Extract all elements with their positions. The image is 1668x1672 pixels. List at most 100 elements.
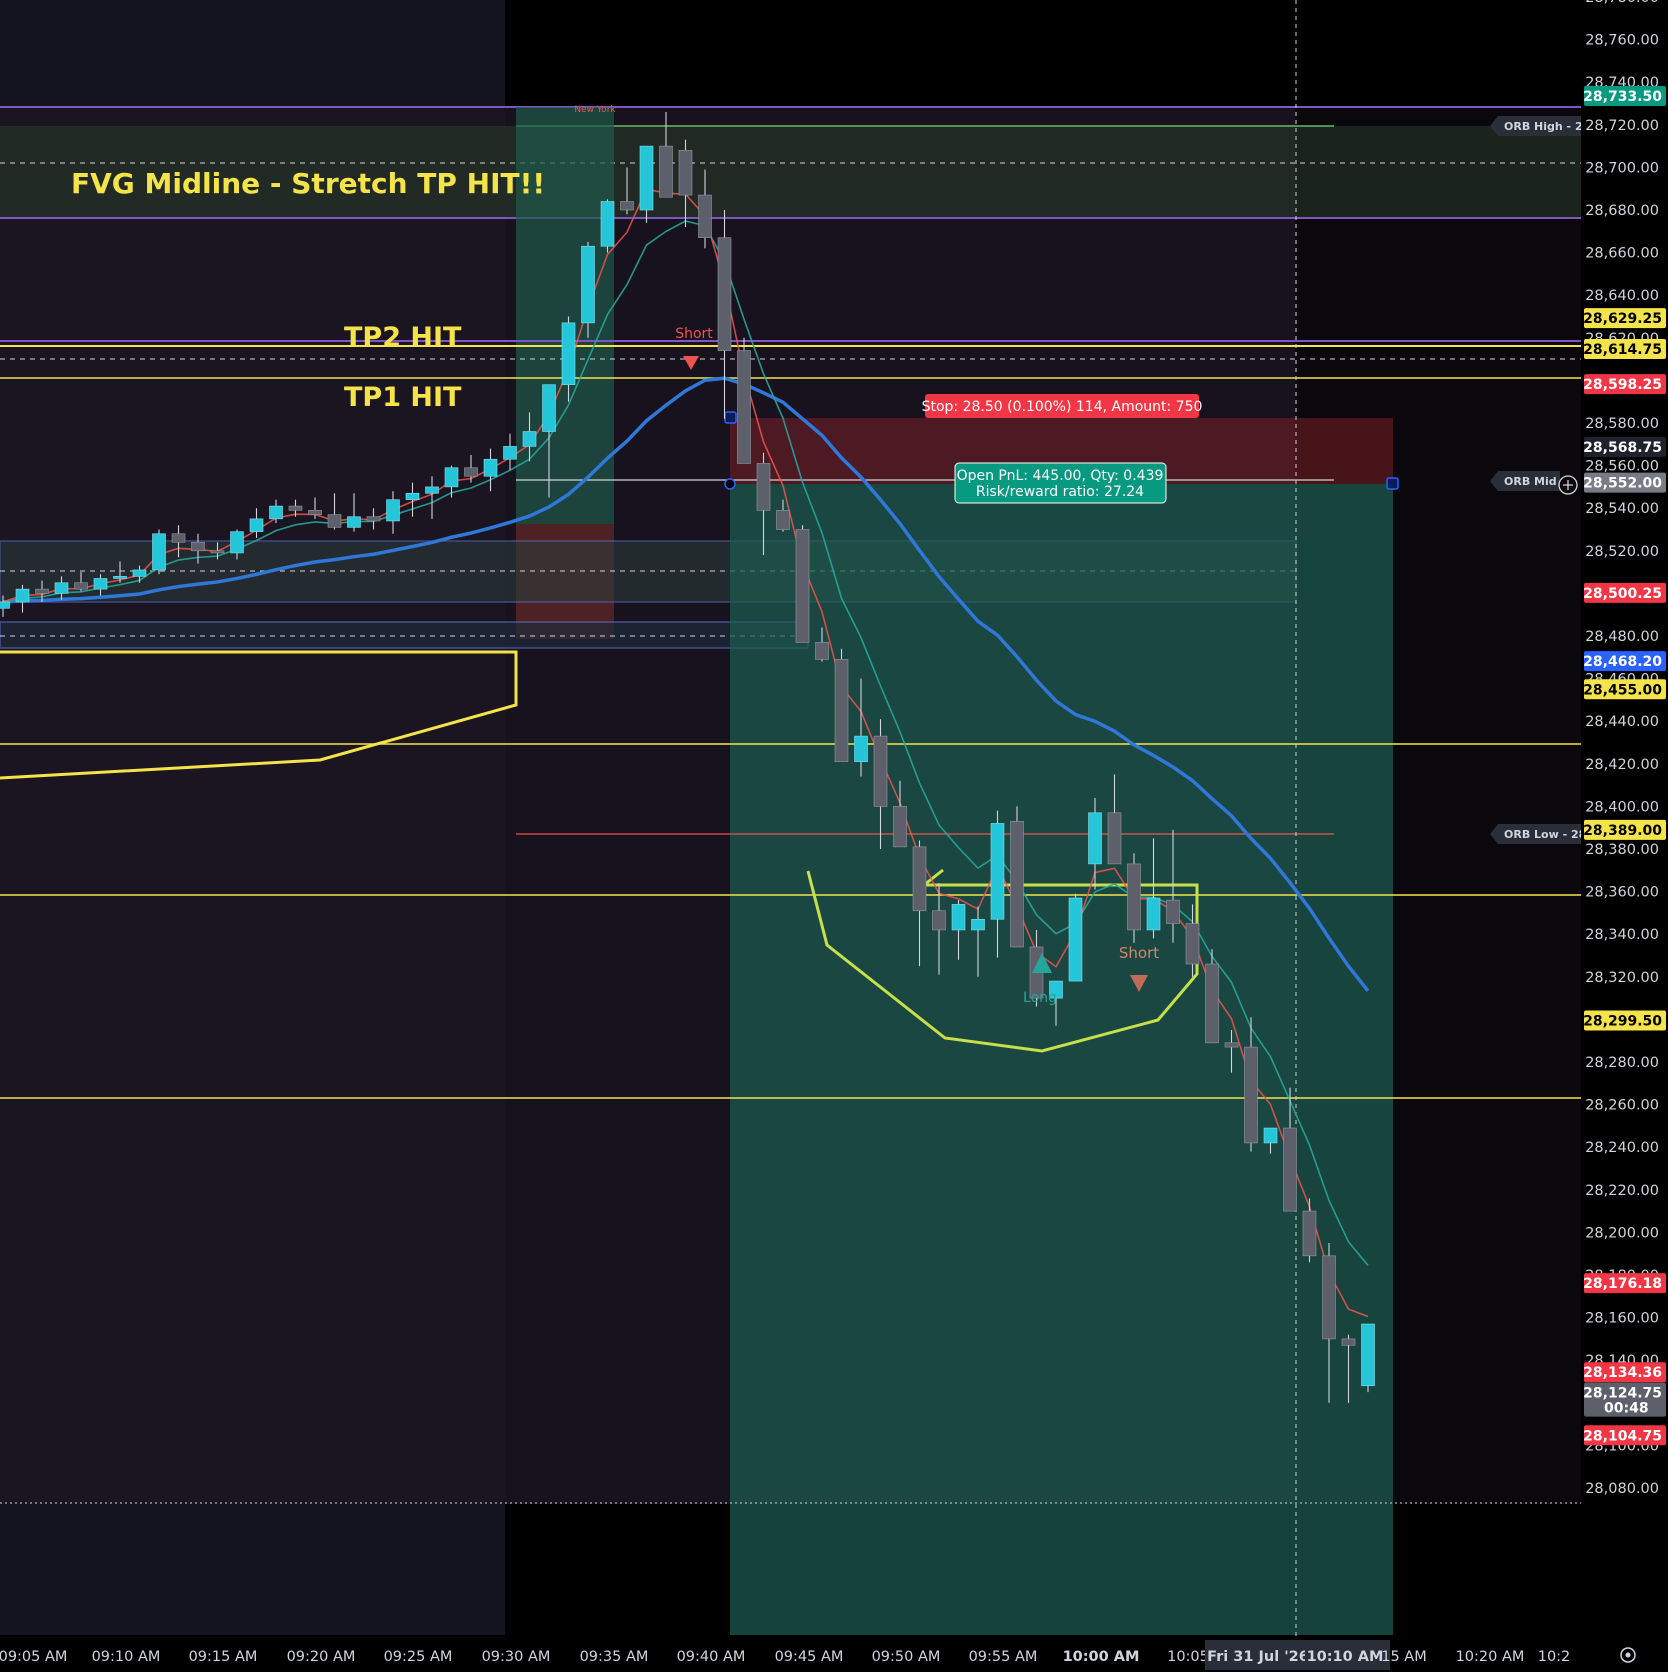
candle-body [912, 846, 927, 912]
candle-body [191, 541, 205, 552]
price-tick-label: 28,540.00 [1585, 501, 1659, 517]
candle-body [678, 150, 693, 196]
time-tick-label: 09:55 AM [969, 1649, 1038, 1665]
candle [737, 337, 751, 464]
price-tick-label: 28,280.00 [1585, 1055, 1659, 1071]
candle [1010, 806, 1024, 948]
price-tick-label: 28,720.00 [1585, 118, 1659, 134]
price-tag: 28,629.25 [1583, 308, 1666, 329]
price-tick-label: 28,780.00 [1585, 0, 1659, 6]
candle-body [405, 492, 420, 500]
time-tick-label: 10:2 [1538, 1649, 1571, 1665]
price-tag: 28,468.20 [1583, 651, 1666, 672]
candle-body [737, 350, 751, 464]
price-tick-label: 28,380.00 [1585, 842, 1659, 858]
annotation-fvg-midline: FVG Midline - Stretch TP HIT!! [71, 167, 545, 200]
candle-body [1322, 1255, 1336, 1340]
candle-body [971, 918, 985, 931]
price-tick-label: 28,160.00 [1585, 1311, 1659, 1327]
candle-body [1302, 1210, 1317, 1257]
orb-low-label: ORB Low - 284 [1504, 828, 1594, 841]
price-tag: 28,568.75 [1583, 436, 1666, 457]
price-tag: 28,500.25 [1583, 582, 1666, 603]
time-tick-label: 10:20 AM [1456, 1649, 1525, 1665]
candle-body [503, 446, 517, 460]
candle-body [1107, 812, 1122, 865]
candle [1361, 1323, 1375, 1393]
price-tick-label: 28,520.00 [1585, 544, 1659, 560]
session-label: New York [574, 105, 616, 115]
countdown-label: 00:48 [1604, 1401, 1649, 1417]
time-tick-label: 09:05 AM [0, 1649, 67, 1665]
price-tick-label: 28,080.00 [1585, 1481, 1659, 1497]
price-tag-label: 28,500.25 [1583, 586, 1662, 602]
price-axis[interactable]: 28,780.0028,760.0028,740.0028,720.0028,7… [1581, 0, 1668, 1672]
candle [795, 525, 810, 643]
price-tick-label: 28,640.00 [1585, 288, 1659, 304]
candle-body [1185, 923, 1200, 965]
signal-long-label: Long [1023, 990, 1057, 1006]
candle-body [366, 516, 381, 522]
time-axis[interactable]: 09:05 AM 09:10 AM 09:15 AM 09:20 AM 09:25 AM… [0, 1636, 1668, 1672]
price-tag: 28,614.75 [1583, 338, 1666, 359]
candle-body [308, 510, 322, 515]
price-tag-label: 28,552.00 [1583, 476, 1662, 492]
candle-body [249, 518, 264, 532]
price-tag-label: 28,733.50 [1583, 89, 1662, 105]
candle-body [210, 550, 225, 554]
candle-body [1146, 897, 1161, 931]
candle-body [542, 384, 556, 432]
price-tick-label: 28,440.00 [1585, 714, 1659, 730]
candle-body [776, 510, 790, 530]
price-tag-label: 28,468.20 [1583, 654, 1662, 670]
candle-body [132, 569, 147, 577]
candle-body [1244, 1046, 1258, 1144]
price-tick-label: 28,320.00 [1585, 970, 1659, 986]
time-tick-label: 10:10 AM [1307, 1649, 1384, 1665]
candle-body [1341, 1338, 1356, 1346]
candle-body [815, 642, 829, 660]
time-tick-label: 09:15 AM [189, 1649, 258, 1665]
candle [600, 199, 615, 253]
time-tick-label: 10:05 [1167, 1649, 1209, 1665]
price-tag-label: 28,134.36 [1583, 1365, 1662, 1381]
candle-body [756, 463, 771, 511]
price-tag: 28,598.25 [1583, 374, 1666, 395]
candle-body [951, 904, 966, 931]
candle-body [54, 582, 69, 594]
time-tick-label: 09:30 AM [482, 1649, 551, 1665]
price-tag: 28,176.18 [1583, 1273, 1666, 1294]
price-tick-label: 28,660.00 [1585, 246, 1659, 262]
candle-body [171, 533, 186, 543]
candle-body [854, 735, 868, 762]
time-tick-label: 09:25 AM [384, 1649, 453, 1665]
candle-body [1263, 1127, 1278, 1144]
price-tag: 28,455.00 [1583, 679, 1666, 700]
candle-body [1010, 821, 1024, 948]
time-tick-label: 09:50 AM [872, 1649, 941, 1665]
candle-body [35, 588, 49, 594]
candle-body [873, 735, 888, 807]
candlestick-chart[interactable]: FVG Midline - Stretch TP HIT!! TP2 HIT T… [0, 0, 1668, 1672]
time-tick-label: 09:10 AM [92, 1649, 161, 1665]
candle-body [1224, 1042, 1239, 1048]
candle [834, 648, 849, 762]
signal-short-label-2: Short [1119, 944, 1159, 962]
annotation-tp1: TP1 HIT [344, 382, 462, 413]
price-tick-label: 28,400.00 [1585, 799, 1659, 815]
candle [1068, 893, 1083, 982]
price-tag-label: 28,299.50 [1583, 1013, 1662, 1029]
time-tick-label: 09:20 AM [287, 1649, 356, 1665]
price-tick-label: 28,680.00 [1585, 203, 1659, 219]
candle-body [152, 533, 166, 571]
candle [152, 529, 166, 575]
candle-body [113, 576, 127, 579]
candle-body [561, 322, 576, 385]
price-tag-label: 28,124.75 [1583, 1386, 1662, 1402]
candle-body [464, 467, 478, 477]
annotation-tp2: TP2 HIT [344, 322, 462, 353]
orb-mid-label: ORB Mid [1504, 475, 1557, 488]
candle-body [483, 458, 498, 477]
price-tick-label: 28,700.00 [1585, 160, 1659, 176]
price-tag: 28,134.36 [1583, 1362, 1666, 1383]
